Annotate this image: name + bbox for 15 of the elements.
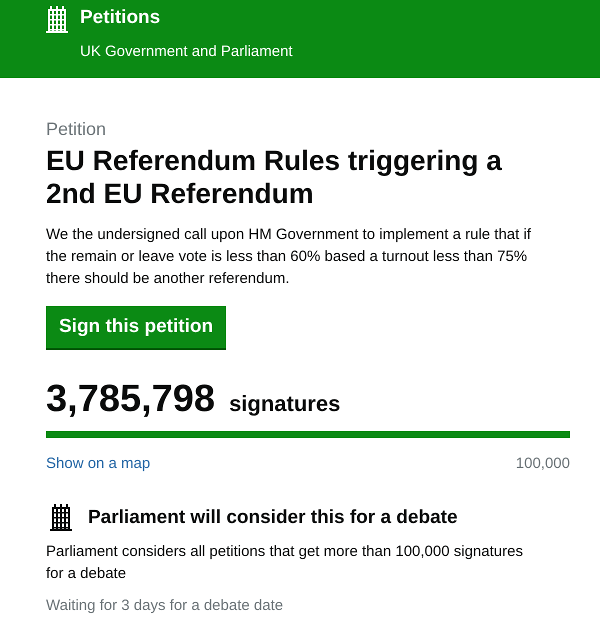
portcullis-icon [46, 6, 68, 33]
map-link[interactable]: Show on a map [46, 455, 150, 472]
debate-status: Waiting for 3 days for a debate date [46, 597, 284, 614]
site-title: Petitions [80, 6, 162, 30]
sign-button[interactable]: Sign this petition [46, 306, 226, 350]
signature-label: signatures [229, 391, 340, 417]
portcullis-icon [50, 504, 72, 531]
petition-title: EU Referendum Rules triggering a 2nd EU Referendum [46, 144, 503, 210]
signature-count: 3,785,798 [46, 378, 216, 421]
site-subtitle: UK Government and Parliament [80, 43, 293, 60]
threshold-label: 100,000 [516, 455, 570, 472]
debate-text: Parliament considers all petitions that get more than 100,000 signatures for a debate [46, 542, 524, 584]
debate-heading: Parliament will consider this for a debate [88, 506, 458, 528]
petition-description: We the undersigned call upon HM Government to implement a rule that if the remain or leave vote is less than 60% based a turnout less than 75% there should be another referendum. [46, 225, 532, 289]
page-label: Petition [46, 118, 108, 140]
